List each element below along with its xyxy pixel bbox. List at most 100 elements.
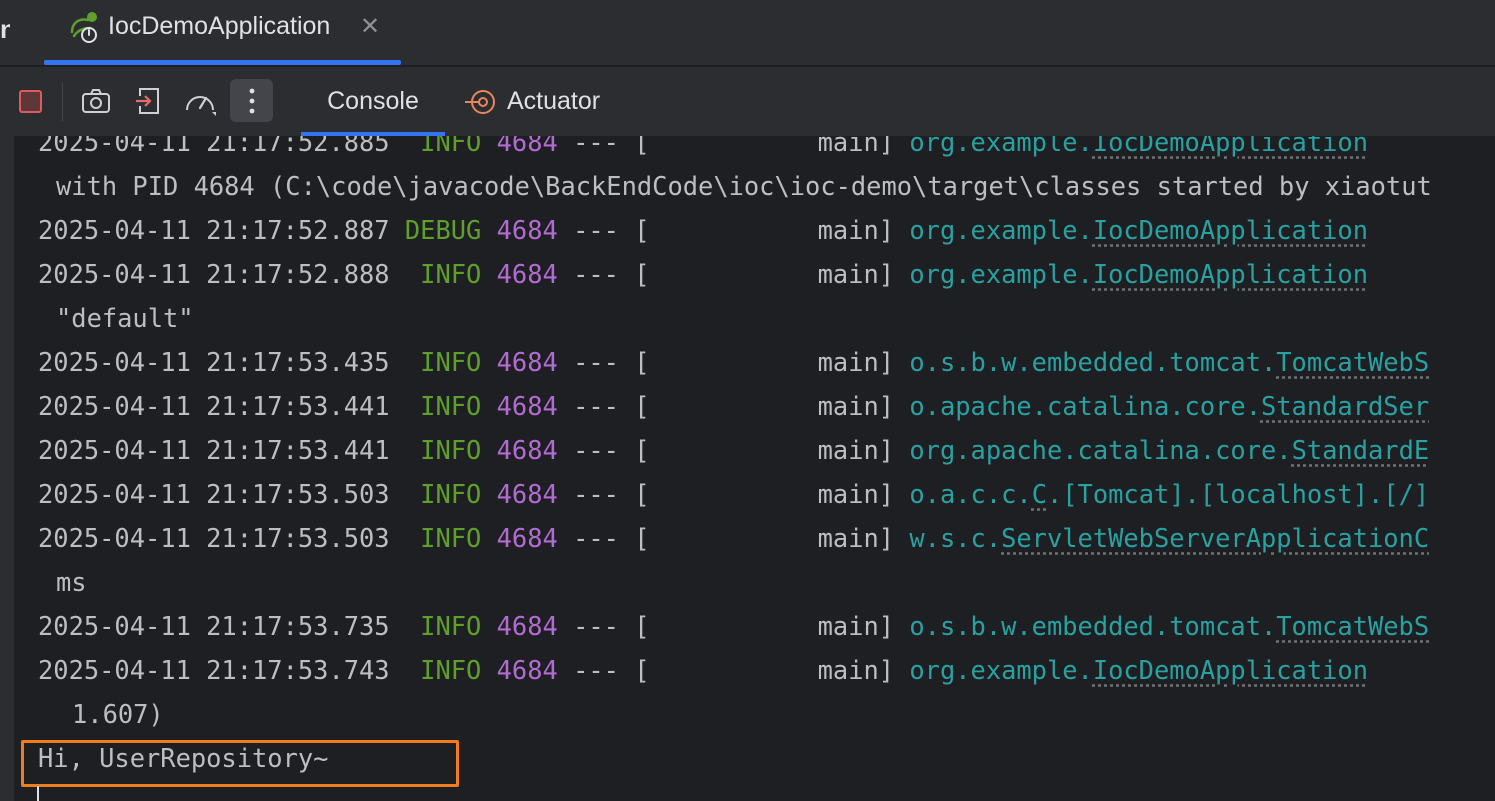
log-level: DEBUG — [404, 215, 482, 245]
log-continuation: 1.607) — [72, 699, 164, 729]
console-line: 2025-04-11 21:17:53.503 INFO 4684 --- [ … — [38, 516, 1432, 560]
stop-button[interactable] — [10, 81, 50, 121]
screenshot-button[interactable] — [76, 81, 116, 121]
logger-suffix: .[Tomcat].[localhost].[/] — [1046, 479, 1430, 509]
log-separator: --- [ — [557, 435, 650, 465]
tab-bar: n IocDemoApplication ✕ — [0, 0, 1495, 66]
logger-package: o.apache.catalina.core. — [909, 391, 1261, 421]
active-tab-indicator — [44, 60, 401, 65]
log-pid: 4684 — [496, 611, 558, 641]
logger-class-link[interactable]: TomcatWebS — [1276, 347, 1429, 377]
logger-class-link[interactable]: IocDemoApplication — [1093, 215, 1368, 245]
logger-class-link[interactable]: IocDemoApplication — [1093, 259, 1368, 289]
tab-actuator[interactable]: Actuator — [463, 67, 600, 136]
logger-class-link[interactable]: IocDemoApplication — [1093, 655, 1368, 685]
toolbar-divider — [62, 83, 63, 121]
tab-console-label: Console — [327, 87, 419, 115]
logger-package: o.s.b.w.embedded.tomcat. — [909, 347, 1277, 377]
log-timestamp: 2025-04-11 21:17:53.735 — [38, 611, 390, 641]
console-line: "default" — [38, 296, 1432, 340]
log-level: INFO — [404, 136, 482, 157]
log-level: INFO — [404, 479, 482, 509]
logger-class-link[interactable]: TomcatWebS — [1276, 611, 1429, 641]
log-pid: 4684 — [496, 259, 558, 289]
log-timestamp: 2025-04-11 21:17:52.887 — [38, 215, 390, 245]
log-separator: --- [ — [557, 136, 650, 157]
log-pid: 4684 — [496, 347, 558, 377]
log-thread: main] — [649, 479, 895, 509]
log-thread: main] — [649, 611, 895, 641]
log-continuation: "default" — [56, 303, 194, 333]
highlight-annotation — [21, 740, 459, 787]
speedometer-icon — [186, 96, 216, 116]
logger-package: org.apache.catalina.core. — [909, 435, 1292, 465]
log-separator: --- [ — [557, 259, 650, 289]
text-caret — [37, 786, 39, 801]
log-thread: main] — [649, 391, 895, 421]
close-icon[interactable]: ✕ — [360, 12, 380, 41]
tab-console[interactable]: Console — [301, 67, 445, 136]
logger-package: org.example. — [909, 136, 1093, 157]
console-line: 2025-04-11 21:17:52.888 INFO 4684 --- [ … — [38, 252, 1432, 296]
log-timestamp: 2025-04-11 21:17:53.441 — [38, 391, 390, 421]
tab-title: IocDemoApplication — [108, 12, 331, 40]
console-lines: 2025-04-11 21:17:52.885 INFO 4684 --- [ … — [38, 136, 1432, 780]
spring-boot-run-icon — [70, 12, 97, 43]
log-pid: 4684 — [496, 523, 558, 553]
console-line: with PID 4684 (C:\code\javacode\BackEndC… — [38, 164, 1432, 208]
logger-package: org.example. — [909, 655, 1093, 685]
console-line: ms — [38, 560, 1432, 604]
logger-class-link[interactable]: StandardE — [1292, 435, 1430, 465]
log-separator: --- [ — [557, 655, 650, 685]
tab-ioc-demo-application[interactable]: IocDemoApplication ✕ — [44, 0, 401, 66]
log-level: INFO — [404, 523, 482, 553]
log-pid: 4684 — [496, 136, 558, 157]
more-vertical-icon — [249, 88, 254, 113]
log-level: INFO — [404, 655, 482, 685]
profiler-button[interactable] — [180, 81, 220, 121]
log-continuation: ms — [56, 567, 87, 597]
logger-package: o.a.c.c. — [909, 479, 1032, 509]
console-line: 2025-04-11 21:17:53.441 INFO 4684 --- [ … — [38, 384, 1432, 428]
stop-icon — [18, 89, 42, 113]
console-output[interactable]: 2025-04-11 21:17:52.885 INFO 4684 --- [ … — [0, 136, 1495, 801]
logger-class-link[interactable]: ServletWebServerApplicationC — [1001, 523, 1429, 553]
log-separator: --- [ — [557, 391, 650, 421]
log-separator: --- [ — [557, 347, 650, 377]
log-thread: main] — [649, 523, 895, 553]
console-gutter — [0, 136, 14, 801]
log-pid: 4684 — [496, 479, 558, 509]
run-toolbar: Console Actuator — [0, 67, 1495, 136]
tab-actuator-label: Actuator — [507, 87, 601, 115]
exit-button[interactable] — [128, 81, 168, 121]
log-separator: --- [ — [557, 611, 650, 641]
log-pid: 4684 — [496, 435, 558, 465]
log-timestamp: 2025-04-11 21:17:52.885 — [38, 136, 390, 157]
logger-package: w.s.c. — [909, 523, 1002, 553]
console-line: 2025-04-11 21:17:53.503 INFO 4684 --- [ … — [38, 472, 1432, 516]
log-pid: 4684 — [496, 655, 558, 685]
previous-tab-edge[interactable]: n — [0, 14, 10, 45]
console-line: 2025-04-11 21:17:53.441 INFO 4684 --- [ … — [38, 428, 1432, 472]
log-thread: main] — [649, 136, 895, 157]
logger-class-link[interactable]: IocDemoApplication — [1093, 136, 1368, 157]
log-thread: main] — [649, 435, 895, 465]
console-line: 2025-04-11 21:17:53.435 INFO 4684 --- [ … — [38, 340, 1432, 384]
log-timestamp: 2025-04-11 21:17:53.743 — [38, 655, 390, 685]
log-timestamp: 2025-04-11 21:17:53.503 — [38, 523, 390, 553]
log-level: INFO — [404, 347, 482, 377]
more-options-button[interactable] — [230, 79, 273, 122]
logger-class-link[interactable]: StandardSer — [1261, 391, 1429, 421]
log-level: INFO — [404, 611, 482, 641]
console-line: 2025-04-11 21:17:52.885 INFO 4684 --- [ … — [38, 136, 1432, 164]
logger-class-link[interactable]: C — [1032, 479, 1047, 509]
log-thread: main] — [649, 259, 895, 289]
log-separator: --- [ — [557, 479, 650, 509]
log-level: INFO — [404, 435, 482, 465]
log-pid: 4684 — [496, 215, 558, 245]
log-separator: --- [ — [557, 215, 650, 245]
console-line: 2025-04-11 21:17:52.887 DEBUG 4684 --- [… — [38, 208, 1432, 252]
log-timestamp: 2025-04-11 21:17:52.888 — [38, 259, 390, 289]
log-timestamp: 2025-04-11 21:17:53.503 — [38, 479, 390, 509]
console-line: 2025-04-11 21:17:53.743 INFO 4684 --- [ … — [38, 648, 1432, 692]
